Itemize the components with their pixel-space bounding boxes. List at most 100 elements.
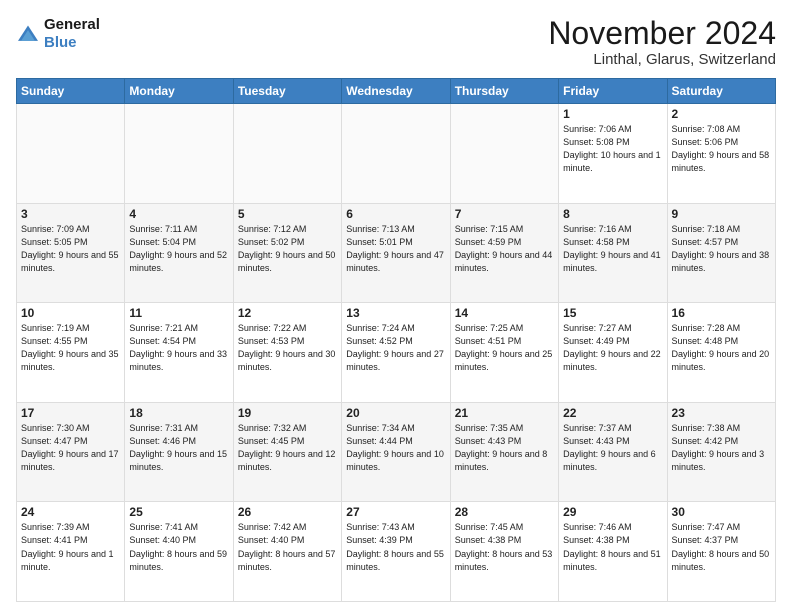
table-row: 23Sunrise: 7:38 AM Sunset: 4:42 PM Dayli… (667, 402, 775, 502)
day-number: 27 (346, 505, 445, 519)
day-number: 17 (21, 406, 120, 420)
calendar-week-row: 10 Sunrise: 7:19 AM Sunset: 4:55 PM Dayli… (17, 303, 776, 403)
day-detail: Sunrise: 7:47 AM Sunset: 4:37 PM Dayligh… (672, 521, 771, 573)
day-detail: Sunrise: 7:19 AM Sunset: 4:55 PM Dayligh… (21, 322, 120, 374)
title-block: November 2024 Linthal, Glarus, Switzerla… (548, 16, 776, 68)
table-row: 20Sunrise: 7:34 AM Sunset: 4:44 PM Dayli… (342, 402, 450, 502)
page: General Blue November 2024 Linthal, Glar… (0, 0, 792, 612)
day-detail: Sunrise: 7:06 AM Sunset: 5:08 PM Dayligh… (563, 123, 662, 175)
table-row: 30 Sunrise: 7:47 AM Sunset: 4:37 PM Dayli… (667, 502, 775, 602)
day-number: 3 (21, 207, 120, 221)
day-number: 7 (455, 207, 554, 221)
day-detail: Sunrise: 7:13 AM Sunset: 5:01 PM Dayligh… (346, 223, 445, 275)
day-detail: Sunrise: 7:32 AM Sunset: 4:45 PM Dayligh… (238, 422, 337, 474)
table-row (342, 104, 450, 204)
day-number: 24 (21, 505, 120, 519)
main-title: November 2024 (548, 16, 776, 51)
table-row: 18 Sunrise: 7:31 AM Sunset: 4:46 PM Dayli… (125, 402, 233, 502)
day-number: 12 (238, 306, 337, 320)
table-row: 8 Sunrise: 7:16 AM Sunset: 4:58 PM Daylig… (559, 203, 667, 303)
day-detail: Sunrise: 7:11 AM Sunset: 5:04 PM Dayligh… (129, 223, 228, 275)
table-row: 7 Sunrise: 7:15 AM Sunset: 4:59 PM Daylig… (450, 203, 558, 303)
day-detail: Sunrise: 7:08 AM Sunset: 5:06 PM Dayligh… (672, 123, 771, 175)
day-detail: Sunrise: 7:34 AM Sunset: 4:44 PM Dayligh… (346, 422, 445, 474)
day-number: 30 (672, 505, 771, 519)
header-thursday: Thursday (450, 79, 558, 104)
day-detail: Sunrise: 7:15 AM Sunset: 4:59 PM Dayligh… (455, 223, 554, 275)
day-number: 10 (21, 306, 120, 320)
calendar-week-row: 24 Sunrise: 7:39 AM Sunset: 4:41 PM Dayli… (17, 502, 776, 602)
table-row (233, 104, 341, 204)
day-number: 23 (672, 406, 771, 420)
day-number: 13 (346, 306, 445, 320)
day-detail: Sunrise: 7:12 AM Sunset: 5:02 PM Dayligh… (238, 223, 337, 275)
calendar-header-row: Sunday Monday Tuesday Wednesday Thursday… (17, 79, 776, 104)
day-number: 25 (129, 505, 228, 519)
calendar-week-row: 17 Sunrise: 7:30 AM Sunset: 4:47 PM Dayli… (17, 402, 776, 502)
header-sunday: Sunday (17, 79, 125, 104)
subtitle: Linthal, Glarus, Switzerland (548, 51, 776, 68)
table-row: 10 Sunrise: 7:19 AM Sunset: 4:55 PM Dayli… (17, 303, 125, 403)
day-number: 8 (563, 207, 662, 221)
calendar-week-row: 3 Sunrise: 7:09 AM Sunset: 5:05 PM Daylig… (17, 203, 776, 303)
table-row: 5 Sunrise: 7:12 AM Sunset: 5:02 PM Daylig… (233, 203, 341, 303)
table-row: 26Sunrise: 7:42 AM Sunset: 4:40 PM Dayli… (233, 502, 341, 602)
table-row: 16 Sunrise: 7:28 AM Sunset: 4:48 PM Dayli… (667, 303, 775, 403)
day-number: 14 (455, 306, 554, 320)
header-friday: Friday (559, 79, 667, 104)
header-saturday: Saturday (667, 79, 775, 104)
table-row: 24 Sunrise: 7:39 AM Sunset: 4:41 PM Dayli… (17, 502, 125, 602)
day-number: 15 (563, 306, 662, 320)
day-detail: Sunrise: 7:30 AM Sunset: 4:47 PM Dayligh… (21, 422, 120, 474)
day-number: 18 (129, 406, 228, 420)
table-row (450, 104, 558, 204)
day-number: 1 (563, 107, 662, 121)
day-number: 21 (455, 406, 554, 420)
table-row: 29Sunrise: 7:46 AM Sunset: 4:38 PM Dayli… (559, 502, 667, 602)
day-detail: Sunrise: 7:39 AM Sunset: 4:41 PM Dayligh… (21, 521, 120, 573)
day-number: 29 (563, 505, 662, 519)
day-detail: Sunrise: 7:45 AM Sunset: 4:38 PM Dayligh… (455, 521, 554, 573)
day-detail: Sunrise: 7:43 AM Sunset: 4:39 PM Dayligh… (346, 521, 445, 573)
table-row (17, 104, 125, 204)
day-number: 2 (672, 107, 771, 121)
calendar-table: Sunday Monday Tuesday Wednesday Thursday… (16, 78, 776, 602)
table-row: 14 Sunrise: 7:25 AM Sunset: 4:51 PM Dayli… (450, 303, 558, 403)
day-detail: Sunrise: 7:31 AM Sunset: 4:46 PM Dayligh… (129, 422, 228, 474)
day-number: 5 (238, 207, 337, 221)
day-number: 4 (129, 207, 228, 221)
table-row: 17 Sunrise: 7:30 AM Sunset: 4:47 PM Dayli… (17, 402, 125, 502)
day-detail: Sunrise: 7:09 AM Sunset: 5:05 PM Dayligh… (21, 223, 120, 275)
day-number: 26 (238, 505, 337, 519)
table-row: 2 Sunrise: 7:08 AM Sunset: 5:06 PM Daylig… (667, 104, 775, 204)
day-number: 16 (672, 306, 771, 320)
day-detail: Sunrise: 7:41 AM Sunset: 4:40 PM Dayligh… (129, 521, 228, 573)
day-number: 28 (455, 505, 554, 519)
header-monday: Monday (125, 79, 233, 104)
table-row: 21Sunrise: 7:35 AM Sunset: 4:43 PM Dayli… (450, 402, 558, 502)
header: General Blue November 2024 Linthal, Glar… (16, 16, 776, 68)
day-number: 22 (563, 406, 662, 420)
table-row: 9 Sunrise: 7:18 AM Sunset: 4:57 PM Daylig… (667, 203, 775, 303)
day-detail: Sunrise: 7:16 AM Sunset: 4:58 PM Dayligh… (563, 223, 662, 275)
day-detail: Sunrise: 7:18 AM Sunset: 4:57 PM Dayligh… (672, 223, 771, 275)
header-wednesday: Wednesday (342, 79, 450, 104)
day-detail: Sunrise: 7:22 AM Sunset: 4:53 PM Dayligh… (238, 322, 337, 374)
day-number: 19 (238, 406, 337, 420)
day-detail: Sunrise: 7:25 AM Sunset: 4:51 PM Dayligh… (455, 322, 554, 374)
table-row: 3 Sunrise: 7:09 AM Sunset: 5:05 PM Daylig… (17, 203, 125, 303)
table-row: 13Sunrise: 7:24 AM Sunset: 4:52 PM Dayli… (342, 303, 450, 403)
table-row: 11Sunrise: 7:21 AM Sunset: 4:54 PM Dayli… (125, 303, 233, 403)
calendar-week-row: 1 Sunrise: 7:06 AM Sunset: 5:08 PM Daylig… (17, 104, 776, 204)
table-row: 1 Sunrise: 7:06 AM Sunset: 5:08 PM Daylig… (559, 104, 667, 204)
day-detail: Sunrise: 7:37 AM Sunset: 4:43 PM Dayligh… (563, 422, 662, 474)
logo: General Blue (16, 16, 100, 52)
table-row: 28 Sunrise: 7:45 AM Sunset: 4:38 PM Dayli… (450, 502, 558, 602)
table-row: 6Sunrise: 7:13 AM Sunset: 5:01 PM Daylig… (342, 203, 450, 303)
table-row (125, 104, 233, 204)
day-detail: Sunrise: 7:21 AM Sunset: 4:54 PM Dayligh… (129, 322, 228, 374)
day-number: 9 (672, 207, 771, 221)
day-detail: Sunrise: 7:28 AM Sunset: 4:48 PM Dayligh… (672, 322, 771, 374)
day-detail: Sunrise: 7:27 AM Sunset: 4:49 PM Dayligh… (563, 322, 662, 374)
table-row: 12 Sunrise: 7:22 AM Sunset: 4:53 PM Dayli… (233, 303, 341, 403)
